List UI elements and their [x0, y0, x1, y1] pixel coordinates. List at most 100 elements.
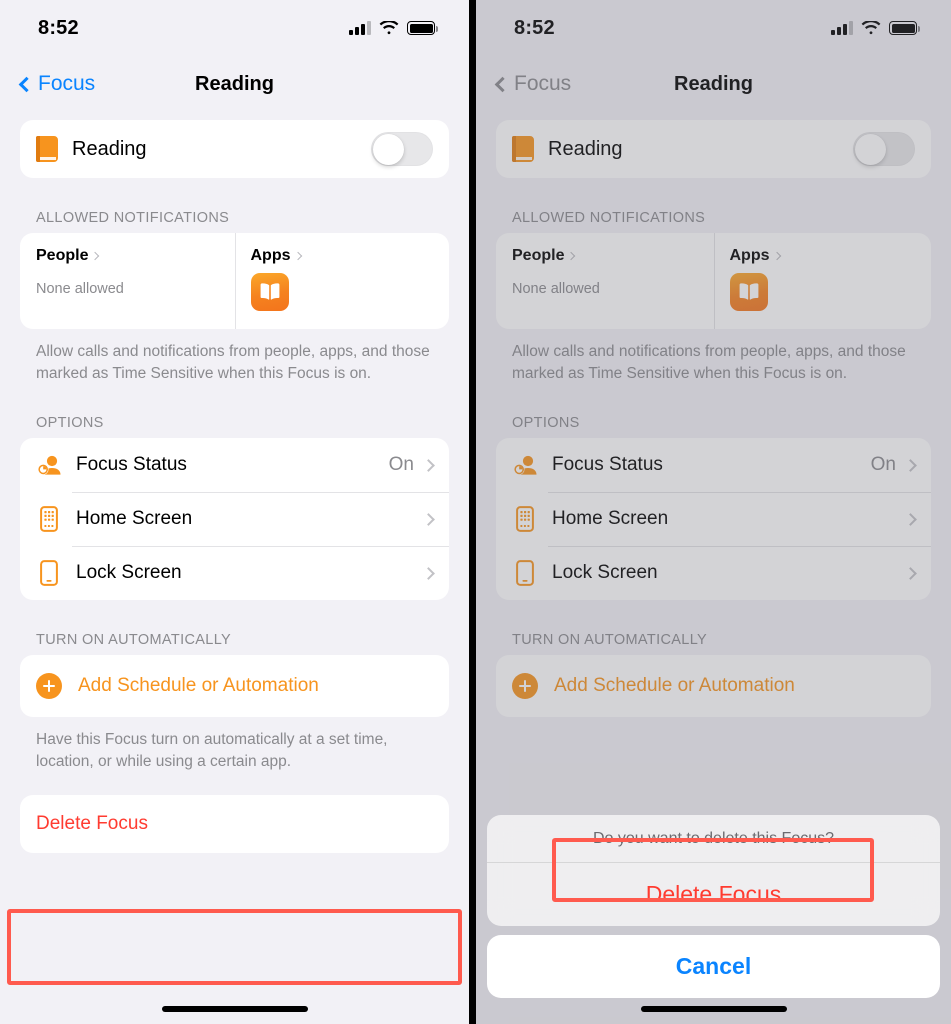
home-indicator — [640, 1006, 787, 1012]
apps-cell[interactable]: Apps — [234, 233, 450, 329]
closed-book-icon — [36, 136, 58, 162]
focus-enable-toggle[interactable] — [371, 132, 433, 166]
iphone-screen-left: 8:52 Focus Reading Reading ALLOWED NOTIF… — [0, 0, 469, 1024]
options-card: Focus Status On Home Screen Lock Screen — [496, 438, 931, 600]
delete-focus-label: Delete Focus — [36, 813, 148, 834]
panel-divider — [469, 0, 476, 1024]
chevron-right-icon — [91, 251, 100, 261]
chevron-right-icon — [293, 251, 302, 261]
battery-full-icon — [889, 21, 920, 35]
lock-screen-icon — [36, 560, 62, 586]
focus-status-icon — [512, 454, 538, 476]
focus-name-label: Reading — [72, 137, 147, 160]
status-bar-clock: 8:52 — [514, 16, 555, 39]
chevron-right-icon — [567, 251, 576, 261]
battery-full-icon — [407, 21, 438, 35]
add-schedule-row[interactable]: Add Schedule or Automation — [20, 655, 449, 717]
allowed-notifications-card: People None allowed Apps — [496, 233, 931, 329]
delete-focus-card: Delete Focus — [20, 795, 449, 853]
people-title-row: People — [512, 247, 698, 265]
option-label: Focus Status — [552, 454, 663, 475]
settings-content: Reading ALLOWED NOTIFICATIONS People Non… — [0, 120, 469, 853]
status-bar: 8:52 — [0, 0, 469, 56]
status-bar: 8:52 — [476, 0, 951, 56]
option-label: Lock Screen — [552, 562, 658, 583]
chevron-left-icon — [494, 76, 511, 92]
focus-toggle-row[interactable]: Reading — [20, 120, 449, 178]
add-schedule-label: Add Schedule or Automation — [78, 675, 319, 696]
wifi-icon — [861, 20, 881, 34]
chevron-right-icon — [904, 566, 917, 580]
people-title-row: People — [36, 247, 219, 265]
delete-focus-action-sheet: Do you want to delete this Focus? Delete… — [476, 815, 951, 1024]
plus-circle-icon — [512, 673, 538, 699]
chevron-left-icon — [18, 76, 35, 92]
focus-status-icon — [36, 454, 62, 476]
lock-screen-icon — [512, 560, 538, 586]
delete-focus-highlight — [7, 909, 462, 985]
confirm-delete-focus-button[interactable]: Delete Focus — [487, 863, 940, 926]
allowed-notifications-header: ALLOWED NOTIFICATIONS — [512, 210, 706, 226]
focus-toggle-card: Reading — [496, 120, 931, 178]
home-screen-icon — [36, 506, 62, 532]
automation-footnote: Have this Focus turn on automatically at… — [36, 731, 388, 770]
add-schedule-row: Add Schedule or Automation — [496, 655, 931, 717]
status-bar-clock: 8:52 — [38, 16, 79, 39]
allowed-notifications-header: ALLOWED NOTIFICATIONS — [36, 210, 230, 226]
add-schedule-label: Add Schedule or Automation — [554, 675, 795, 696]
books-app-icon — [250, 273, 289, 311]
cancel-button[interactable]: Cancel — [487, 935, 940, 998]
back-button-label: Focus — [514, 72, 572, 95]
screenshot-stage: 8:52 Focus Reading Reading ALLOWED NOTIF… — [0, 0, 951, 1024]
navigation-bar: Focus Reading — [0, 56, 469, 112]
option-label: Home Screen — [552, 508, 669, 529]
automation-card: Add Schedule or Automation — [496, 655, 931, 717]
people-subtitle: None allowed — [512, 281, 600, 297]
option-label: Focus Status — [76, 454, 187, 475]
option-label: Lock Screen — [76, 562, 182, 583]
home-indicator — [161, 1006, 308, 1012]
apps-cell: Apps — [713, 233, 932, 329]
wifi-icon — [379, 20, 399, 34]
options-card: Focus Status On Home Screen Lock Screen — [20, 438, 449, 600]
option-value: On — [870, 454, 896, 475]
chevron-right-icon — [422, 458, 435, 472]
chevron-right-icon — [904, 512, 917, 526]
focus-toggle-row: Reading — [496, 120, 931, 178]
chevron-right-icon — [422, 566, 435, 580]
apps-title-row: Apps — [251, 247, 434, 265]
focus-name-label: Reading — [548, 137, 623, 160]
back-button-focus: Focus — [494, 72, 571, 96]
cellular-bars-icon — [831, 21, 853, 35]
plus-circle-icon — [36, 673, 62, 699]
iphone-screen-right: 8:52 Focus Reading Reading ALLOWED NOTIF… — [476, 0, 951, 1024]
turn-on-automatically-header: TURN ON AUTOMATICALLY — [36, 632, 232, 648]
people-subtitle: None allowed — [36, 281, 124, 297]
chevron-right-icon — [904, 458, 917, 472]
back-button-focus[interactable]: Focus — [18, 72, 95, 96]
focus-toggle-card: Reading — [20, 120, 449, 178]
options-header: OPTIONS — [36, 415, 104, 431]
option-value: On — [388, 454, 414, 475]
apps-label: Apps — [250, 247, 291, 264]
home-screen-icon — [512, 506, 538, 532]
options-header: OPTIONS — [512, 415, 580, 431]
navigation-bar: Focus Reading — [476, 56, 951, 112]
books-app-icon — [729, 273, 768, 311]
allowed-notifications-footnote: Allow calls and notifications from peopl… — [36, 343, 430, 382]
chevron-right-icon — [772, 251, 781, 261]
status-bar-icons — [831, 20, 920, 36]
people-cell[interactable]: People None allowed — [20, 233, 235, 329]
closed-book-icon — [512, 136, 534, 162]
allowed-notifications-footnote: Allow calls and notifications from peopl… — [512, 343, 906, 382]
people-label: People — [512, 247, 565, 264]
option-row-lock-screen[interactable]: Lock Screen — [20, 546, 449, 600]
option-row-home-screen: Home Screen — [496, 492, 931, 546]
option-row-focus-status[interactable]: Focus Status On — [20, 438, 449, 492]
delete-focus-row[interactable]: Delete Focus — [20, 795, 449, 853]
focus-enable-toggle — [853, 132, 915, 166]
option-row-lock-screen: Lock Screen — [496, 546, 931, 600]
allowed-notifications-card: People None allowed Apps — [20, 233, 449, 329]
option-row-home-screen[interactable]: Home Screen — [20, 492, 449, 546]
apps-label: Apps — [729, 247, 770, 264]
